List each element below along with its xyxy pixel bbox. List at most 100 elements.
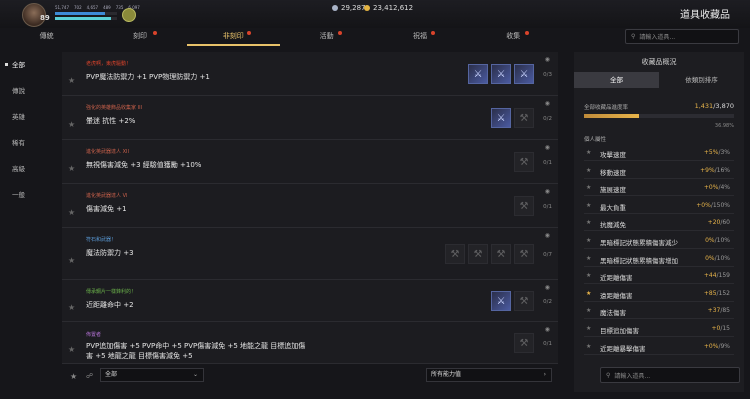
item-slot-icon[interactable]: ⚒ [514,244,534,264]
item-slot-icon[interactable]: ⚔ [468,64,488,84]
sidebar-item-advanced[interactable]: 高級 [0,156,48,182]
sidebar-item-legendary[interactable]: 傳說 [0,78,48,104]
sidebar-item-all[interactable]: 全部 [0,52,48,78]
stat-row[interactable]: ★ 移動速度 +9%/16% [584,164,734,179]
tab-collection[interactable]: 收集 [467,28,560,46]
list-item[interactable]: ★ 進化英武器達人 VI 傷害減免 +1 ⚒ ◉ 0/1 [62,184,558,228]
stat-current: +5% [703,149,719,156]
stat-row[interactable]: ★ 抗魔減免 +20/60 [584,216,734,232]
list-item[interactable]: ★ 符石和武器！ 魔法防禦力 +3 ⚒ ⚒ ⚒ ⚒ ◉ 0/7 [62,228,558,280]
stat-filter-select[interactable]: 所有能力值 › [426,368,552,382]
item-slot-icon[interactable]: ⚔ [491,108,511,128]
sidebar-item-rare[interactable]: 稀有 [0,130,48,156]
stat-row[interactable]: ★ 近距離傷害 +44/159 [584,269,734,285]
currency-gem: 29,287 [332,4,366,12]
view-icon[interactable]: ◉ [545,284,550,291]
favorite-star-icon[interactable]: ★ [586,219,591,226]
favorite-star-icon[interactable]: ★ [68,120,75,129]
collection-list[interactable]: ★ 老虎啊，東虎驅動！ PVP魔法防禦力 +1 PVP物理防禦力 +1 ⚔ ⚔ ⚔ ◉ 0/3… [62,52,558,364]
item-slot-icon[interactable]: ⚒ [514,152,534,172]
favorite-star-icon[interactable]: ★ [586,184,591,191]
item-slot-icon[interactable]: ⚔ [491,64,511,84]
stat-max: /85 [720,307,730,315]
tab-blessing[interactable]: 祝福 [373,28,466,46]
favorite-star-icon[interactable]: ★ [68,256,75,265]
tab-traditional[interactable]: 傳統 [0,28,93,46]
stat-name: 最大負重 [600,203,626,212]
list-item[interactable]: ★ 傳承鋼片一樣鋒利的！ 近距離命中 +2 ⚔ ⚒ ◉ 0/2 [62,280,558,322]
item-slot-icon[interactable]: ⚒ [468,244,488,264]
favorite-star-icon[interactable]: ★ [586,237,591,244]
stat-name: 近距離傷害 [600,274,633,283]
list-filter-bar: ★ ☍ 全部 ⌄ 所有能力值 › [62,367,558,385]
favorite-star-icon[interactable]: ★ [586,167,591,174]
search-input-top[interactable]: ⚲ 請輸入道具... [625,29,739,44]
favorite-star-icon[interactable]: ★ [586,325,591,332]
tab-all[interactable]: 全部 [574,72,659,88]
collection-reward: 魔法防禦力 +3 [86,249,134,257]
grade-filter-select[interactable]: 全部 ⌄ [100,368,204,382]
search-icon: ⚲ [606,371,611,379]
stat-row[interactable]: ★ 遠距離傷害 +85/152 [584,287,734,302]
view-icon[interactable]: ◉ [545,100,550,107]
favorite-filter-icon[interactable]: ★ [70,372,77,381]
stat-max: /4% [718,184,730,192]
stat-row[interactable]: ★ 攻擊速度 +5%/3% [584,146,734,161]
stat-row[interactable]: ★ 施展速度 +0%/4% [584,181,734,197]
emblem-icon[interactable] [122,8,136,22]
item-slot-icon[interactable]: ⚒ [514,196,534,216]
item-slot-icon[interactable]: ⚒ [491,244,511,264]
favorite-star-icon[interactable]: ★ [586,272,591,279]
item-slot-icon[interactable]: ⚒ [445,244,465,264]
stat-row[interactable]: ★ 黑暗標記狀態累積傷害減少 0%/10% [584,234,734,249]
favorite-star-icon[interactable]: ★ [68,164,75,173]
grade-sidebar: 全部 傳說 英雄 稀有 高級 一般 [0,52,48,392]
item-slot-icon[interactable]: ⚔ [491,291,511,311]
stat-row[interactable]: ★ 最大負重 +0%/150% [584,199,734,214]
favorite-star-icon[interactable]: ★ [68,303,75,312]
favorite-star-icon[interactable]: ★ [586,343,591,350]
tab-engraving[interactable]: 刻印 [93,28,186,46]
tab-non-engraving[interactable]: 非刻印 [186,28,280,46]
stat-row[interactable]: ★ 魔法傷害 +37/85 [584,304,734,320]
tab-sort-by-category[interactable]: 依類別排序 [659,72,744,88]
view-icon[interactable]: ◉ [545,326,550,333]
search-input-bottom[interactable]: ⚲ 請輸入道具... [600,367,740,383]
stat-row[interactable]: ★ 近距離暴擊傷害 +0%/9% [584,340,734,355]
lock-filter-icon[interactable]: ☍ [86,372,93,380]
view-icon[interactable]: ◉ [545,232,550,239]
favorite-star-icon[interactable]: ★ [68,76,75,85]
collection-count: 0/2 [543,116,552,122]
list-item[interactable]: ★ 老虎啊，東虎驅動！ PVP魔法防禦力 +1 PVP物理防禦力 +1 ⚔ ⚔ ⚔ ◉ 0/3 [62,52,558,96]
search-placeholder: 請輸入道具... [614,372,651,380]
favorite-star-icon[interactable]: ★ [586,202,591,209]
favorite-star-icon[interactable]: ★ [586,255,591,262]
item-slot-icon[interactable]: ⚔ [514,64,534,84]
stat-row[interactable]: ★ 目標追加傷害 +0/15 [584,322,734,337]
favorite-star-icon[interactable]: ★ [586,290,591,297]
stat-name: 目標追加傷害 [600,327,639,335]
stat-current: +0 [711,325,721,332]
stat-value: +5%/3% [704,149,730,156]
list-item[interactable]: ★ 進化英武器達人 XII 無視傷害減免 +3 經驗值獲勵 +10% ⚒ ◉ 0/1 [62,140,558,184]
view-icon[interactable]: ◉ [545,56,550,63]
category-tabs: 傳統 刻印 非刻印 活動 祝福 收集 [0,28,560,46]
view-icon[interactable]: ◉ [545,188,550,195]
favorite-star-icon[interactable]: ★ [68,345,75,354]
stat-row[interactable]: ★ 黑暗標記狀態累積傷害增加 0%/10% [584,252,734,267]
favorite-star-icon[interactable]: ★ [586,149,591,156]
sidebar-item-heroic[interactable]: 英雄 [0,104,48,130]
favorite-star-icon[interactable]: ★ [68,208,75,217]
tab-event[interactable]: 活動 [280,28,373,46]
favorite-star-icon[interactable]: ★ [586,307,591,314]
collection-reward: 傷害減免 +1 [86,205,127,213]
list-item[interactable]: ★ 佈置者 PVP追加傷害 +5 PVP命中 +5 PVP傷害減免 +5 地能之龍 … [62,322,558,364]
chevron-down-icon: ⌄ [192,371,198,378]
sidebar-item-common[interactable]: 一般 [0,182,48,208]
item-slot-icon[interactable]: ⚒ [514,291,534,311]
item-slot-icon[interactable]: ⚒ [514,108,534,128]
collection-overview-panel: 收藏品概況 全部 依類別排序 全部收藏品進度率 1,431/3,870 36.9… [574,52,744,392]
view-icon[interactable]: ◉ [545,144,550,151]
list-item[interactable]: ★ 強化的英雄飾品收集家 III 暈迷 抗性 +2% ⚔ ⚒ ◉ 0/2 [62,96,558,140]
item-slot-icon[interactable]: ⚒ [514,333,534,353]
